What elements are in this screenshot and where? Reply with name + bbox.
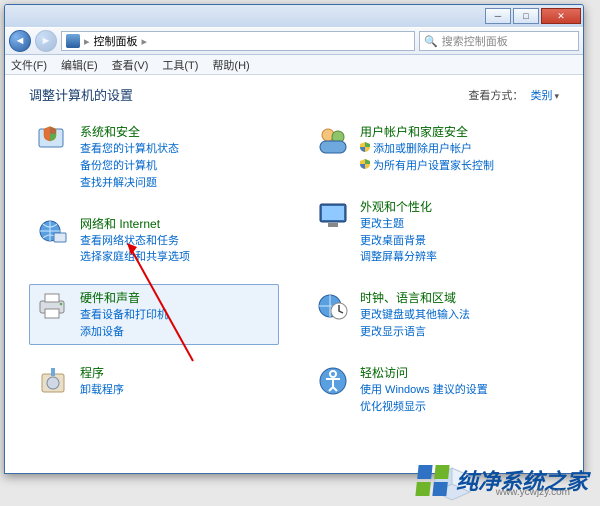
user-accounts-link[interactable]: 用户帐户和家庭安全 [360,123,494,140]
system-security-link[interactable]: 系统和安全 [80,123,179,140]
menu-edit[interactable]: 编辑(E) [61,57,98,73]
clock-globe-icon [316,289,350,323]
window-frame: ─ □ ✕ ◄ ► ▸ 控制面板 ▸ 🔍 搜索控制面板 文件(F) 编辑(E) … [4,4,584,474]
maximize-button[interactable]: □ [513,8,539,24]
user-accounts-sublink-1[interactable]: 为所有用户设置家长控制 [360,159,494,174]
view-by: 查看方式： 类别▾ [468,87,559,103]
left-column: 系统和安全 查看您的计算机状态 备份您的计算机 查找并解决问题 网络和 Inte… [29,118,279,420]
watermark-url: www.ycwjzy.com [496,487,570,498]
view-by-dropdown[interactable]: 类别▾ [530,90,559,102]
ease-access-link[interactable]: 轻松访问 [360,364,488,381]
category-appearance: 外观和个性化 更改主题 更改桌面背景 调整屏幕分辨率 [309,193,559,271]
nav-back-button[interactable]: ◄ [9,30,31,52]
titlebar: ─ □ ✕ [5,5,583,27]
globe-net-icon [36,215,70,249]
category-hardware-sound: 硬件和声音 查看设备和打印机 添加设备 [29,284,279,345]
close-button[interactable]: ✕ [541,8,581,24]
category-system-security: 系统和安全 查看您的计算机状态 备份您的计算机 查找并解决问题 [29,118,279,196]
watermark: 纯净系统之家 www.ycwjzy.com [417,464,588,496]
printer-icon [36,289,70,323]
ease-icon [316,364,350,398]
network-internet-link[interactable]: 网络和 Internet [80,215,190,232]
search-icon: 🔍 [424,35,438,48]
menu-file[interactable]: 文件(F) [11,57,47,73]
monitor-icon [316,198,350,232]
page-title: 调整计算机的设置 [29,85,133,104]
appearance-link[interactable]: 外观和个性化 [360,198,437,215]
hardware-sound-link[interactable]: 硬件和声音 [80,289,168,306]
appearance-sublink-2[interactable]: 调整屏幕分辨率 [360,250,437,265]
user-accounts-sublink-0[interactable]: 添加或删除用户帐户 [360,142,494,157]
system-security-sublink-1[interactable]: 备份您的计算机 [80,159,179,174]
shield-small-icon [360,159,370,169]
breadcrumb[interactable]: ▸ 控制面板 ▸ [61,31,415,51]
menubar: 文件(F) 编辑(E) 查看(V) 工具(T) 帮助(H) [5,55,583,75]
hardware-sound-sublink-0[interactable]: 查看设备和打印机 [80,308,168,323]
category-ease-access: 轻松访问 使用 Windows 建议的设置 优化视频显示 [309,359,559,420]
menu-tools[interactable]: 工具(T) [162,57,198,73]
box-icon [36,364,70,398]
network-internet-sublink-0[interactable]: 查看网络状态和任务 [80,234,190,249]
category-clock-region: 时钟、语言和区域 更改键盘或其他输入法 更改显示语言 [309,284,559,345]
shield-icon [36,123,70,157]
category-user-accounts: 用户帐户和家庭安全 添加或删除用户帐户 为所有用户设置家长控制 [309,118,559,179]
menu-view[interactable]: 查看(V) [112,57,149,73]
clock-region-sublink-0[interactable]: 更改键盘或其他输入法 [360,308,470,323]
nav-forward-button[interactable]: ► [35,30,57,52]
programs-link[interactable]: 程序 [80,364,124,381]
clock-region-link[interactable]: 时钟、语言和区域 [360,289,470,306]
ease-access-sublink-1[interactable]: 优化视频显示 [360,400,488,415]
network-internet-sublink-1[interactable]: 选择家庭组和共享选项 [80,250,190,265]
menu-help[interactable]: 帮助(H) [212,57,249,73]
right-column: 用户帐户和家庭安全 添加或删除用户帐户 为所有用户设置家长控制 [309,118,559,420]
ease-access-sublink-0[interactable]: 使用 Windows 建议的设置 [360,383,488,398]
search-input[interactable]: 🔍 搜索控制面板 [419,31,579,51]
address-bar: ◄ ► ▸ 控制面板 ▸ 🔍 搜索控制面板 [5,27,583,55]
search-placeholder: 搜索控制面板 [442,33,508,49]
users-icon [316,123,350,157]
system-security-sublink-0[interactable]: 查看您的计算机状态 [80,142,179,157]
shield-small-icon [360,142,370,152]
programs-sublink-0[interactable]: 卸载程序 [80,383,124,398]
content-area: 调整计算机的设置 查看方式： 类别▾ 系统和安全 查看您的计算机状态 备份您的计 [5,75,583,473]
hardware-sound-sublink-1[interactable]: 添加设备 [80,325,168,340]
appearance-sublink-1[interactable]: 更改桌面背景 [360,234,437,249]
clock-region-sublink-1[interactable]: 更改显示语言 [360,325,470,340]
appearance-sublink-0[interactable]: 更改主题 [360,217,437,232]
category-network-internet: 网络和 Internet 查看网络状态和任务 选择家庭组和共享选项 [29,210,279,271]
category-programs: 程序 卸载程序 [29,359,279,403]
minimize-button[interactable]: ─ [485,8,511,24]
system-security-sublink-2[interactable]: 查找并解决问题 [80,176,179,191]
breadcrumb-root[interactable]: 控制面板 [94,33,138,49]
watermark-logo-icon [415,465,449,496]
control-panel-icon [66,34,80,48]
